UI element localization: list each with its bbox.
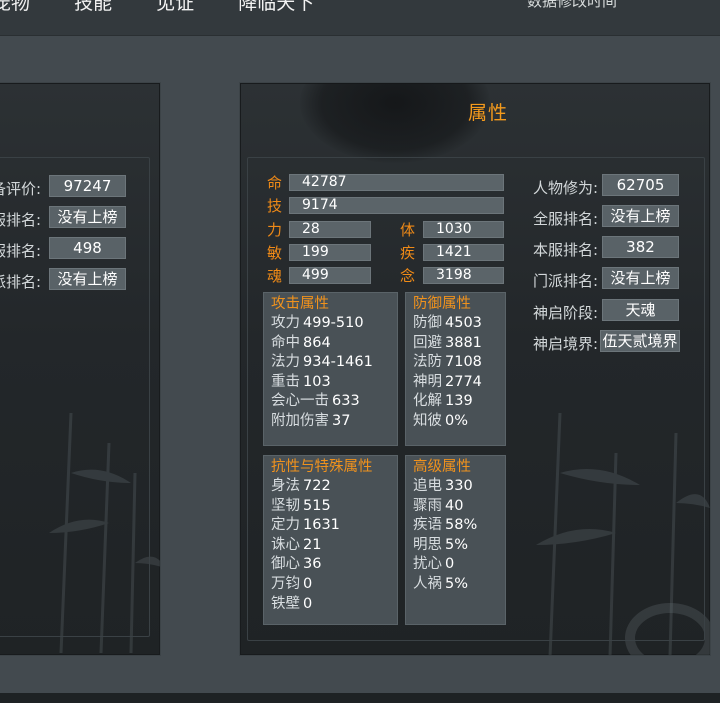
agility-label: 敏 (267, 244, 283, 262)
awakening-stage-value: 天魂 (602, 299, 679, 321)
local-rank-value: 498 (49, 237, 126, 259)
nav-item-witness[interactable]: 见证 (156, 0, 194, 15)
list-item: 附加伤害 37 (271, 412, 351, 429)
global-rank-label: 全服排名: (533, 210, 599, 228)
equip-score-label: 备评价: (0, 180, 42, 198)
hp-value: 42787 (289, 174, 504, 191)
nav-item-descend[interactable]: 降临天下 (238, 0, 314, 15)
list-item: 御心 36 (271, 556, 322, 573)
soul-value: 499 (289, 267, 371, 284)
list-item: 知彼 0% (413, 412, 469, 429)
constitution-value: 1030 (423, 221, 504, 238)
panel-title: 属性 (468, 102, 509, 124)
cultivation-value: 62705 (602, 174, 679, 196)
list-item: 骤雨 40 (413, 497, 464, 514)
attack-attributes-title: 攻击属性 (271, 296, 329, 312)
sect-rank-label: 派排名: (0, 273, 42, 291)
top-nav: 宠物 技能 见证 降临天下 (0, 0, 352, 15)
list-item: 万钧 0 (271, 575, 313, 592)
attributes-panel: 属性 命 42787 技 9174 力 28 体 1030 敏 199 疾 14… (239, 82, 711, 656)
constitution-label: 体 (400, 221, 416, 239)
seal-decoration-icon (300, 83, 490, 163)
attack-attributes-box: 攻击属性 攻力 499-510 命中 864 法力 934-1461 重击 103 会心… (263, 292, 398, 446)
sect-rank-value: 没有上榜 (49, 268, 126, 290)
list-item: 回避 3881 (413, 334, 482, 351)
cultivation-label: 人物修为: (533, 179, 599, 197)
defense-attributes-box: 防御属性 防御 4503 回避 3881 法防 7108 神明 2774 化解 139 知… (405, 292, 506, 446)
list-item: 法防 7108 (413, 354, 482, 371)
list-item: 法力 934-1461 (271, 354, 373, 371)
resistance-attributes-title: 抗性与特殊属性 (271, 459, 373, 475)
sect-rank-value: 没有上榜 (602, 267, 679, 289)
list-item: 身法 722 (271, 478, 331, 494)
equip-score-value: 97247 (49, 175, 126, 197)
list-item: 神明 2774 (413, 373, 482, 390)
mind-value: 3198 (423, 267, 504, 284)
resistance-attributes-box: 抗性与特殊属性 身法 722 坚韧 515 定力 1631 诛心 21 御心 36 万钧 0… (263, 455, 398, 625)
skill-value: 9174 (289, 197, 504, 214)
awakening-stage-label: 神启阶段: (533, 304, 599, 322)
top-nav-bar: 宠物 技能 见证 降临天下 数据修改时间 (0, 0, 720, 36)
list-item: 疾语 58% (413, 517, 478, 534)
list-item: 追电 330 (413, 478, 473, 494)
list-item: 坚韧 515 (271, 497, 331, 514)
list-item: 铁壁 0 (271, 595, 313, 612)
server-rank-value: 没有上榜 (49, 206, 126, 228)
list-item: 扰心 0 (413, 556, 455, 573)
awakening-realm-value: 伍天贰境界 (600, 330, 680, 352)
nav-item-pets[interactable]: 宠物 (0, 0, 30, 15)
soul-label: 魂 (267, 267, 283, 285)
nav-item-skills[interactable]: 技能 (74, 0, 112, 15)
list-item: 重击 103 (271, 373, 331, 390)
server-rank-label: 服排名: (0, 211, 42, 229)
list-item: 化解 139 (413, 393, 473, 410)
strength-value: 28 (289, 221, 371, 238)
strength-label: 力 (267, 221, 283, 239)
defense-attributes-title: 防御属性 (413, 296, 471, 312)
awakening-realm-label: 神启境界: (533, 335, 599, 353)
swiftness-value: 1421 (423, 244, 504, 261)
server-rank-label: 本服排名: (533, 241, 599, 259)
list-item: 诛心 21 (271, 536, 322, 553)
list-item: 人祸 5% (413, 575, 469, 592)
mind-label: 念 (400, 267, 416, 285)
global-rank-value: 没有上榜 (602, 205, 679, 227)
bottom-bar (0, 693, 720, 703)
skill-label: 技 (267, 197, 283, 215)
advanced-attributes-box: 高级属性 追电 330 骤雨 40 疾语 58% 明思 5% 扰心 0 人祸 5% (405, 455, 506, 625)
advanced-attributes-title: 高级属性 (413, 459, 471, 475)
list-item: 明思 5% (413, 536, 469, 553)
local-rank-label: 服排名: (0, 242, 42, 260)
list-item: 攻力 499-510 (271, 315, 364, 331)
list-item: 定力 1631 (271, 517, 340, 534)
list-item: 命中 864 (271, 334, 331, 351)
equipment-panel: 备评价: 97247 服排名: 没有上榜 服排名: 498 派排名: 没有上榜 (0, 82, 161, 656)
swiftness-label: 疾 (400, 244, 416, 262)
sect-rank-label: 门派排名: (533, 272, 599, 290)
hp-label: 命 (267, 174, 283, 192)
server-rank-value: 382 (602, 236, 679, 258)
list-item: 会心一击 633 (271, 393, 360, 410)
agility-value: 199 (289, 244, 371, 261)
data-update-time: 数据修改时间 (527, 0, 618, 10)
list-item: 防御 4503 (413, 315, 482, 331)
